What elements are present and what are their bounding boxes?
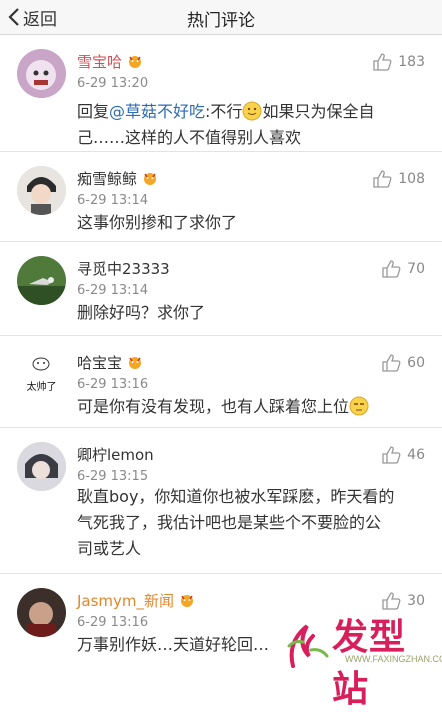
comment-item: 太帅了 哈宝宝 6-29 13:16 60 可是你有没有发现，也有人踩着您上位 <box>0 336 442 428</box>
comment-text: 可是你有没有发现，也有人踩着您上位 <box>77 394 422 420</box>
comment-list: 雪宝哈 6-29 13:20 183 回复@草菇不好吃:不行 如果只为保全自己……… <box>0 35 442 664</box>
user-name-row: 卿柠lemon <box>77 444 154 465</box>
thumbs-up-icon <box>382 446 401 464</box>
comment-item: 痴雪鲸鲸 6-29 13:14 108 这事你别掺和了求你了 <box>0 152 442 242</box>
comment-time: 6-29 13:20 <box>77 76 149 91</box>
page-title: 热门评论 <box>187 11 255 31</box>
avatar-image <box>17 588 66 637</box>
top-nav-bar: 返回 热门评论 <box>0 0 442 35</box>
vip-badge-icon <box>181 594 194 607</box>
user-name[interactable]: Jasmym_新闻 <box>77 590 174 611</box>
thumbs-up-icon <box>373 53 392 71</box>
mention-link[interactable]: @草菇不好吃 <box>109 102 205 121</box>
unamused-emoji-icon <box>349 396 369 416</box>
comment-text-part: 己……这样的人不值得别人喜欢 <box>77 128 302 147</box>
like-button[interactable]: 108 <box>373 170 425 188</box>
comment-time: 6-29 13:16 <box>77 615 149 630</box>
avatar[interactable] <box>17 256 66 305</box>
user-name[interactable]: 卿柠lemon <box>77 444 154 465</box>
comment-time: 6-29 13:15 <box>77 469 149 484</box>
thumbs-up-icon <box>382 354 401 372</box>
avatar-image <box>17 256 66 305</box>
like-count: 183 <box>398 54 425 70</box>
comment-text-line: 耿直boy，你知道你也被水军踩麽，昨天看的 <box>77 487 395 506</box>
comment-text-part: 如果只为保全自 <box>262 102 375 121</box>
comment-time: 6-29 13:14 <box>77 283 149 298</box>
comment-text: 回复@草菇不好吃:不行 如果只为保全自己……这样的人不值得别人喜欢 <box>77 99 422 151</box>
comment-text-line: 气死我了，我估计吧也是某些个不要脸的公 <box>77 513 382 532</box>
vip-badge-icon <box>129 55 142 68</box>
avatar[interactable] <box>17 442 66 491</box>
like-button[interactable]: 60 <box>382 354 425 372</box>
like-button[interactable]: 70 <box>382 260 425 278</box>
user-name-row: Jasmym_新闻 <box>77 590 196 611</box>
watermark-url: WWW.FAXINGZHAN.COM <box>345 654 442 664</box>
vip-badge-icon <box>129 356 142 369</box>
comment-text-part: 可是你有没有发现，也有人踩着您上位 <box>77 397 350 416</box>
like-count: 60 <box>407 355 425 371</box>
user-name[interactable]: 痴雪鲸鲸 <box>77 168 137 189</box>
avatar[interactable]: 太帅了 <box>17 350 66 399</box>
comment-text: 耿直boy，你知道你也被水军踩麽，昨天看的 气死我了，我估计吧也是某些个不要脸的… <box>77 484 422 562</box>
comment-item: 寻觅中23333 6-29 13:14 70 删除好吗？求你了 <box>0 242 442 336</box>
avatar-image <box>17 442 66 491</box>
avatar-caption: 太帅了 <box>26 382 57 393</box>
comment-text-part: :不行 <box>205 102 243 121</box>
avatar[interactable] <box>17 49 66 98</box>
comment-time: 6-29 13:16 <box>77 377 149 392</box>
avatar-image <box>17 49 66 98</box>
user-name-row: 雪宝哈 <box>77 51 144 72</box>
avatar-image <box>17 166 66 215</box>
like-count: 108 <box>398 171 425 187</box>
like-count: 46 <box>407 447 425 463</box>
smile-emoji-icon <box>242 101 262 121</box>
site-watermark: 发型站 WWW.FAXINGZHAN.COM <box>279 606 442 710</box>
user-name[interactable]: 雪宝哈 <box>77 51 122 72</box>
user-name-row: 寻觅中23333 <box>77 258 170 279</box>
user-name[interactable]: 哈宝宝 <box>77 352 122 373</box>
avatar[interactable] <box>17 166 66 215</box>
like-button[interactable]: 183 <box>373 53 425 71</box>
comment-text: 删除好吗？求你了 <box>77 303 206 322</box>
comment-time: 6-29 13:14 <box>77 193 149 208</box>
comment-text: 这事你别掺和了求你了 <box>77 213 238 232</box>
user-name-row: 哈宝宝 <box>77 352 144 373</box>
reply-prefix: 回复 <box>77 102 110 121</box>
user-name[interactable]: 寻觅中23333 <box>77 258 170 279</box>
flower-logo-icon <box>287 624 329 668</box>
like-button[interactable]: 46 <box>382 446 425 464</box>
comment-item: 卿柠lemon 6-29 13:15 46 耿直boy，你知道你也被水军踩麽，昨… <box>0 428 442 574</box>
thumbs-up-icon <box>382 260 401 278</box>
vip-badge-icon <box>144 172 157 185</box>
comment-text-line: 司或艺人 <box>77 539 142 558</box>
comment-item: 雪宝哈 6-29 13:20 183 回复@草菇不好吃:不行 如果只为保全自己……… <box>0 35 442 152</box>
like-count: 70 <box>407 261 425 277</box>
thumbs-up-icon <box>373 170 392 188</box>
user-name-row: 痴雪鲸鲸 <box>77 168 159 189</box>
avatar[interactable] <box>17 588 66 637</box>
